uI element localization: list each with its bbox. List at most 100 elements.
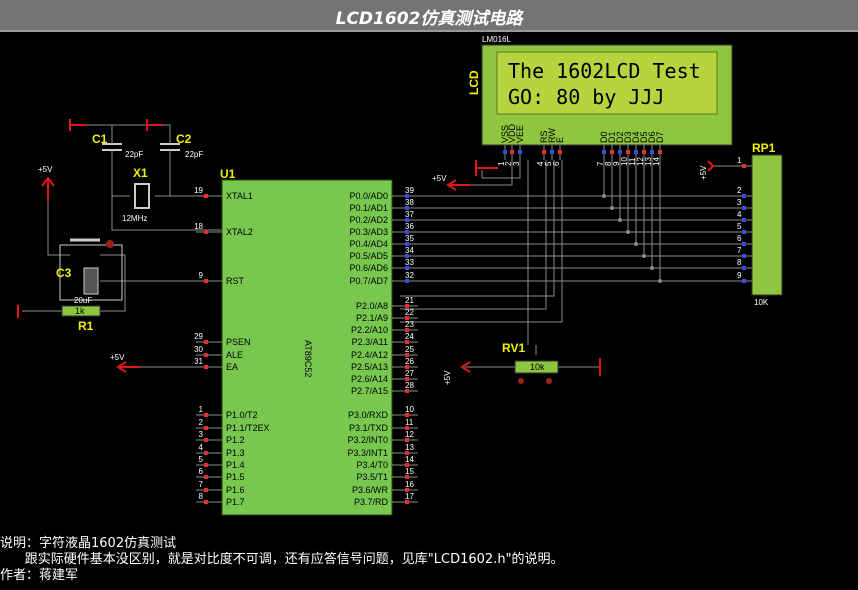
mcu-pin-label-p2-7-a15: P2.7/A15 bbox=[351, 386, 388, 396]
mcu-pin-label-p2-3-a11: P2.3/A11 bbox=[352, 337, 388, 347]
mcu-left-pin-marker bbox=[204, 279, 208, 283]
mcu-left-pin-marker bbox=[204, 500, 208, 504]
mcu-pin-number: 38 bbox=[405, 198, 414, 207]
rp1-pin-number: 4 bbox=[737, 210, 742, 219]
mcu-pin-number: 8 bbox=[199, 492, 204, 501]
rp1-pin-marker bbox=[742, 164, 746, 168]
c3-ref-label: C3 bbox=[56, 266, 72, 280]
mcu-part-label: AT89C52 bbox=[303, 340, 313, 377]
title-bar: LCD1602仿真测试电路 bbox=[0, 0, 858, 32]
mcu-left-pin-marker bbox=[204, 438, 208, 442]
mcu-pin-label-ale: ALE bbox=[226, 350, 243, 360]
mcu-pin-number: 22 bbox=[405, 308, 414, 317]
mcu-pin-number: 1 bbox=[199, 405, 204, 414]
mcu-pin-label-p1-3: P1.3 bbox=[226, 448, 245, 458]
lcd-pin-marker bbox=[602, 150, 606, 154]
rp1-pin-number: 8 bbox=[737, 258, 742, 267]
lcd-pin-marker bbox=[550, 150, 554, 154]
rp1-pin-number: 5 bbox=[737, 222, 742, 231]
mcu-pin-label-p0-7-ad7: P0.7/AD7 bbox=[349, 276, 388, 286]
mcu-ref-label: U1 bbox=[220, 167, 236, 181]
mcu-pin-number: 29 bbox=[194, 332, 203, 341]
mcu-pin-label-p0-2-ad2: P0.2/AD2 bbox=[349, 215, 388, 225]
lcd-line-2: GO: 80 by JJJ bbox=[508, 85, 665, 109]
mcu-pin-number: 30 bbox=[194, 345, 203, 354]
mcu-pin-number: 17 bbox=[405, 492, 414, 501]
mcu-pin-number: 5 bbox=[199, 455, 204, 464]
lcd-ref-label: LCD bbox=[467, 70, 481, 95]
mcu-left-pin-marker bbox=[204, 488, 208, 492]
mcu-pin-number: 14 bbox=[405, 455, 414, 464]
mcu-pin-label-rst: RST bbox=[226, 276, 245, 286]
lcd-pin-marker bbox=[610, 150, 614, 154]
lcd-model-label: LM016L bbox=[482, 35, 511, 44]
mcu-left-pin-marker bbox=[204, 365, 208, 369]
wire-junction bbox=[626, 230, 630, 234]
rp1-pin-number: 9 bbox=[737, 271, 742, 280]
mcu-left-pin-marker bbox=[204, 340, 208, 344]
mcu-pin-number: 28 bbox=[405, 381, 414, 390]
lcd-pin-marker bbox=[626, 150, 630, 154]
mcu-pin-number: 31 bbox=[194, 357, 203, 366]
c3-value-label: 20uF bbox=[74, 296, 92, 305]
mcu-pin-label-p3-7-rd: P3.7/RD bbox=[354, 497, 389, 507]
rv1-value-label: 10k bbox=[530, 362, 545, 372]
r1-value-label: 1k bbox=[75, 306, 85, 316]
mcu-pin-number: 6 bbox=[199, 467, 204, 476]
mcu-pin-number: 15 bbox=[405, 467, 414, 476]
mcu-pin-label-p2-1-a9: P2.1/A9 bbox=[356, 313, 388, 323]
mcu-pin-label-p2-2-a10: P2.2/A10 bbox=[351, 325, 388, 335]
c3-capacitor bbox=[83, 267, 99, 295]
rp1-ref-label: RP1 bbox=[752, 141, 776, 155]
lcd-pin-marker bbox=[650, 150, 654, 154]
wire-junction bbox=[642, 254, 646, 258]
mcu-pin-label-p2-4-a12: P2.4/A12 bbox=[351, 350, 388, 360]
mcu-pin-number: 12 bbox=[405, 430, 414, 439]
x1-ref-label: X1 bbox=[133, 166, 148, 180]
rp1-pin-number: 1 bbox=[737, 156, 742, 165]
mcu-pin-label-p0-0-ad0: P0.0/AD0 bbox=[349, 191, 388, 201]
mcu-pin-number: 18 bbox=[194, 222, 203, 231]
mcu-pin-label-p0-3-ad3: P0.3/AD3 bbox=[349, 227, 388, 237]
rp1-pin-marker bbox=[742, 279, 746, 283]
mcu-pin-label-p3-4-t0: P3.4/T0 bbox=[356, 460, 388, 470]
mcu-left-pin-marker bbox=[204, 426, 208, 430]
mcu-pin-number: 10 bbox=[405, 405, 414, 414]
mcu-pin-label-p2-0-a8: P2.0/A8 bbox=[356, 301, 388, 311]
mcu-pin-label-p1-6: P1.6 bbox=[226, 485, 245, 495]
mcu-pin-number: 11 bbox=[405, 418, 414, 427]
wire-junction bbox=[602, 194, 606, 198]
mcu-pin-number: 7 bbox=[199, 480, 204, 489]
wire-junction bbox=[610, 206, 614, 210]
mcu-pin-label-p3-0-rxd: P3.0/RXD bbox=[348, 410, 389, 420]
vcc-label: +5V bbox=[110, 353, 125, 362]
wire-junction bbox=[618, 218, 622, 222]
mcu-left-pin-marker bbox=[204, 353, 208, 357]
c1-value-label: 22pF bbox=[125, 150, 143, 159]
mcu-pin-number: 2 bbox=[199, 418, 204, 427]
rp1-value-label: 10K bbox=[754, 298, 769, 307]
mcu-pin-number: 4 bbox=[199, 443, 204, 452]
vcc-label: +5V bbox=[432, 174, 447, 183]
mcu-pin-label-p0-6-ad6: P0.6/AD6 bbox=[349, 263, 388, 273]
mcu-pin-label-p1-4: P1.4 bbox=[226, 460, 245, 470]
mcu-pin-label-p3-2-int0: P3.2/INT0 bbox=[347, 435, 388, 445]
mcu-pin-label-ea: EA bbox=[226, 362, 238, 372]
rp1-pin-number: 6 bbox=[737, 234, 742, 243]
mcu-pin-label-p2-5-a13: P2.5/A13 bbox=[351, 362, 388, 372]
rp1-pin-marker bbox=[742, 206, 746, 210]
mcu-pin-number: 24 bbox=[405, 332, 414, 341]
wire-junction bbox=[650, 266, 654, 270]
mcu-left-pin-marker bbox=[204, 194, 208, 198]
c2-value-label: 22pF bbox=[185, 150, 203, 159]
mcu-left-pin-marker bbox=[204, 463, 208, 467]
vcc-label: +5V bbox=[38, 165, 53, 174]
mcu-pin-label-p1-5: P1.5 bbox=[226, 472, 245, 482]
mcu-pin-label-p0-1-ad1: P0.1/AD1 bbox=[349, 203, 388, 213]
rp1-pin-marker bbox=[742, 254, 746, 258]
reset-button-cap-icon bbox=[106, 240, 114, 248]
lcd-pin-marker bbox=[634, 150, 638, 154]
mcu-pin-label-psen: PSEN bbox=[226, 337, 251, 347]
schematic-canvas: LM016LThe 1602LCD TestGO: 80 by JJJLCDVS… bbox=[0, 32, 858, 536]
mcu-pin-label-xtal1: XTAL1 bbox=[226, 191, 253, 201]
